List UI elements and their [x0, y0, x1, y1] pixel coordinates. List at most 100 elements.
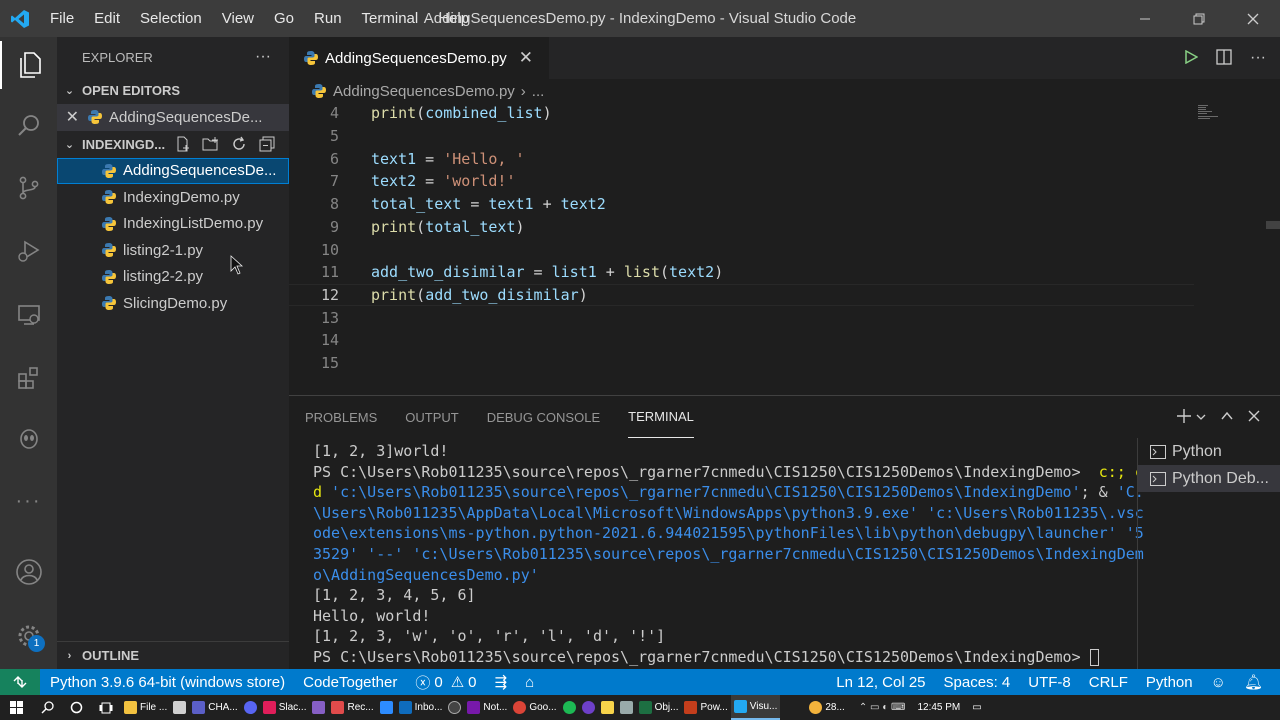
notification-center-icon[interactable]: ▭ — [969, 695, 984, 720]
menu-selection[interactable]: Selection — [130, 0, 212, 37]
editor-scrollbar[interactable] — [1266, 221, 1280, 229]
indentation[interactable]: Spaces: 4 — [935, 674, 1020, 691]
settings-gear-icon[interactable]: 1 — [0, 612, 57, 660]
code-editor[interactable]: 4 print(combined_list) 5 6 text1 = 'Hello, '… — [289, 103, 1280, 395]
menu-file[interactable]: File — [40, 0, 84, 37]
new-folder-icon[interactable] — [201, 134, 221, 154]
menu-edit[interactable]: Edit — [84, 0, 130, 37]
chevron-down-icon[interactable] — [1196, 410, 1206, 425]
taskbar-outlook[interactable]: Inbo... — [396, 695, 446, 720]
file-item[interactable]: AddingSequencesDe... — [57, 157, 289, 184]
source-control-icon[interactable] — [0, 164, 57, 212]
taskbar-notes-icon[interactable] — [598, 695, 617, 720]
editor-tab[interactable]: AddingSequencesDemo.py ✕ — [289, 37, 549, 79]
minimize-button[interactable] — [1118, 0, 1172, 37]
code-line[interactable]: 13 — [289, 306, 1194, 329]
close-icon[interactable]: ✕ — [57, 107, 79, 127]
code-line[interactable]: 5 — [289, 125, 1194, 148]
code-line[interactable]: 11 add_two_disimilar = list1 + list(text2… — [289, 261, 1194, 284]
explorer-more-icon[interactable]: ··· — [255, 48, 271, 66]
taskbar-vscode[interactable]: Visu... — [730, 695, 781, 720]
file-item[interactable]: IndexingListDemo.py — [57, 211, 289, 238]
taskbar-powerpoint[interactable]: Pow... — [681, 695, 730, 720]
file-item[interactable]: listing2-2.py — [57, 264, 289, 291]
taskbar-excel[interactable]: Obj... — [636, 695, 682, 720]
more-actions-icon[interactable]: ··· — [1250, 49, 1266, 67]
code-line[interactable]: 10 — [289, 238, 1194, 261]
taskbar-discord-icon[interactable] — [241, 695, 260, 720]
breadcrumb-more[interactable]: ... — [532, 83, 545, 100]
end-of-line[interactable]: CRLF — [1080, 674, 1137, 691]
minimap[interactable] — [1198, 105, 1226, 119]
feedback-icon[interactable]: ☺ — [1202, 674, 1235, 691]
refresh-icon[interactable] — [229, 134, 249, 154]
windows-start-icon[interactable] — [0, 695, 33, 720]
taskbar-slack[interactable]: Slac... — [260, 695, 310, 720]
code-line[interactable]: 12 print(add_two_disimilar) — [289, 283, 1194, 307]
close-panel-icon[interactable] — [1248, 410, 1260, 425]
run-debug-icon[interactable] — [0, 227, 57, 275]
taskbar-zoom-icon[interactable] — [377, 695, 396, 720]
terminal-instance-python-debug[interactable]: Python Deb... — [1138, 465, 1280, 492]
code-line[interactable]: 15 — [289, 352, 1194, 375]
python-interpreter[interactable]: Python 3.9.6 64-bit (windows store) — [41, 674, 294, 691]
weather-widget[interactable]: 28... — [806, 695, 847, 720]
menu-help[interactable]: Help — [428, 0, 479, 37]
taskbar-obs-icon[interactable] — [445, 695, 464, 720]
remote-indicator-icon[interactable] — [0, 669, 40, 695]
language-mode[interactable]: Python — [1137, 674, 1202, 691]
menu-go[interactable]: Go — [264, 0, 304, 37]
taskbar-clock[interactable]: 12:45 PM — [914, 695, 963, 720]
new-terminal-icon[interactable] — [1176, 408, 1192, 427]
menu-view[interactable]: View — [212, 0, 264, 37]
taskbar-onenote[interactable]: Not... — [464, 695, 510, 720]
terminal-instance-python[interactable]: Python — [1138, 438, 1280, 465]
open-editors-section[interactable]: ⌄ OPEN EDITORS — [57, 77, 289, 104]
account-icon[interactable] — [0, 548, 57, 596]
taskbar-snip-icon[interactable] — [617, 695, 636, 720]
taskbar-github-icon[interactable] — [579, 695, 598, 720]
cortana-icon[interactable] — [62, 695, 91, 720]
tab-terminal[interactable]: TERMINAL — [628, 396, 694, 438]
taskbar-search-icon[interactable] — [33, 695, 62, 720]
maximize-panel-icon[interactable] — [1220, 409, 1234, 426]
taskbar-store-icon[interactable] — [170, 695, 189, 720]
open-editor-item[interactable]: ✕ AddingSequencesDe... — [57, 104, 289, 131]
live-share-icon[interactable]: ⇶ — [486, 673, 517, 691]
more-icon[interactable]: ··· — [0, 477, 57, 525]
file-item[interactable]: listing2-1.py — [57, 237, 289, 264]
cursor-position[interactable]: Ln 12, Col 25 — [827, 674, 934, 691]
explorer-icon[interactable] — [0, 41, 57, 89]
tab-output[interactable]: OUTPUT — [405, 396, 458, 438]
run-python-file-icon[interactable] — [1184, 49, 1199, 67]
menu-run[interactable]: Run — [304, 0, 352, 37]
code-line[interactable]: 4 print(combined_list) — [289, 102, 1194, 125]
code-line[interactable]: 9 print(total_text) — [289, 216, 1194, 239]
tab-debug-console[interactable]: DEBUG CONSOLE — [487, 396, 600, 438]
close-tab-icon[interactable]: ✕ — [519, 48, 533, 68]
alien-extension-icon[interactable] — [0, 415, 57, 463]
outline-section[interactable]: › OUTLINE — [57, 641, 289, 669]
tab-problems[interactable]: PROBLEMS — [305, 396, 377, 438]
notifications-bell-icon[interactable]: 🔔︎ — [1235, 673, 1272, 691]
codetogether-status[interactable]: CodeTogether — [294, 674, 406, 691]
home-icon[interactable]: ⌂ — [516, 674, 543, 691]
taskbar-chrome[interactable]: Goo... — [510, 695, 559, 720]
code-line[interactable]: 7 text2 = 'world!' — [289, 170, 1194, 193]
collapse-all-icon[interactable] — [257, 134, 277, 154]
restore-button[interactable] — [1172, 0, 1226, 37]
search-icon[interactable] — [0, 102, 57, 150]
code-line[interactable]: 8 total_text = text1 + text2 — [289, 193, 1194, 216]
taskbar-recorder[interactable]: Rec... — [328, 695, 376, 720]
code-line[interactable]: 14 — [289, 329, 1194, 352]
split-editor-icon[interactable] — [1216, 48, 1232, 68]
extensions-icon[interactable] — [0, 354, 57, 402]
file-item[interactable]: SlicingDemo.py — [57, 290, 289, 317]
breadcrumb-file[interactable]: AddingSequencesDemo.py — [333, 83, 515, 100]
taskbar-spotify-icon[interactable] — [560, 695, 579, 720]
taskbar-teams[interactable]: CHA... — [189, 695, 240, 720]
terminal-output[interactable]: [1, 2, 3]world! PS C:\Users\Rob011235\sou… — [313, 441, 1144, 668]
folder-section[interactable]: ⌄ INDEXINGD... — [57, 131, 289, 158]
taskbar-file-explorer[interactable]: File ... — [121, 695, 170, 720]
file-item[interactable]: IndexingDemo.py — [57, 184, 289, 211]
